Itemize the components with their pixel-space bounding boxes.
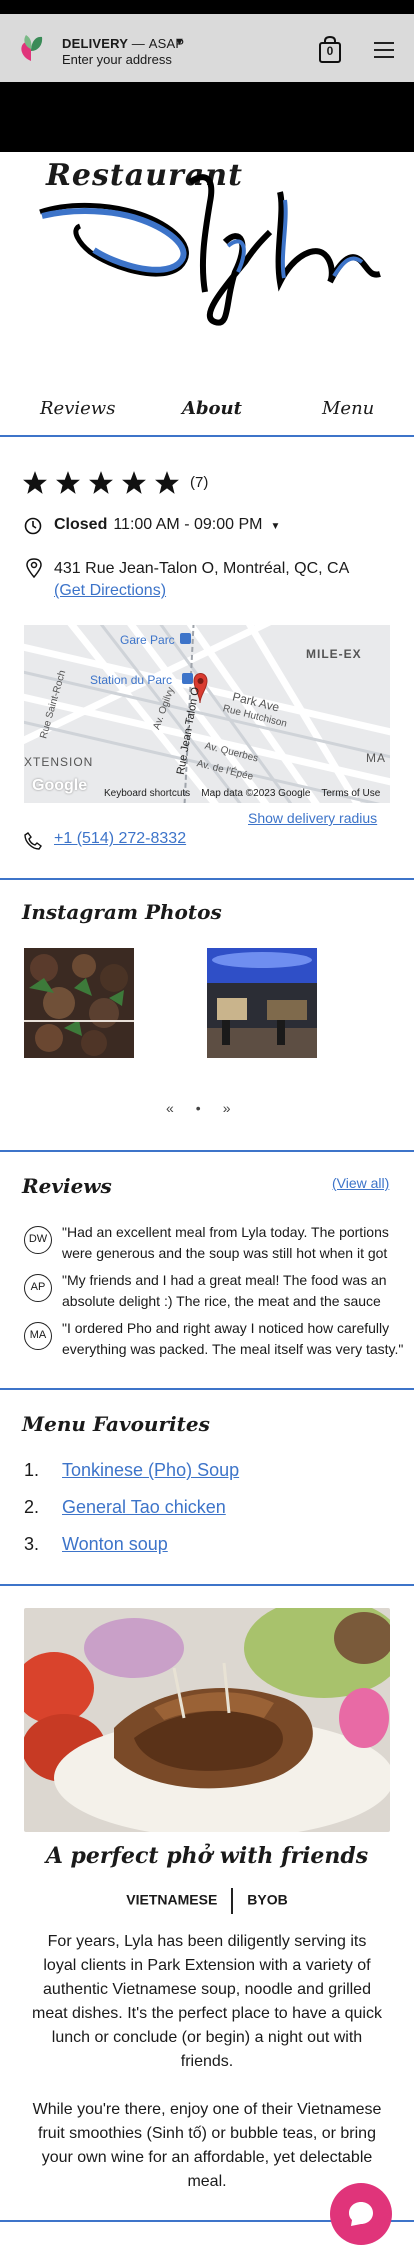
featured-dish-photo bbox=[24, 1608, 390, 1832]
reviewer-avatar: MA bbox=[24, 1322, 52, 1350]
delivery-radius-link[interactable]: Show delivery radius bbox=[248, 810, 377, 826]
favourite-link-wonton[interactable]: Wonton soup bbox=[62, 1534, 168, 1554]
map-data-credit: Map data ©2023 Google bbox=[201, 788, 311, 799]
delivery-selector[interactable]: DELIVERY — ASAP ▼ Enter your address bbox=[62, 36, 186, 68]
hours-range: 11:00 AM - 09:00 PM bbox=[113, 516, 263, 533]
banner-band bbox=[0, 82, 414, 152]
address-placeholder: Enter your address bbox=[62, 52, 172, 67]
star-icon bbox=[155, 471, 179, 494]
menu-favourites-title: Menu Favourites bbox=[22, 1412, 210, 1436]
reviewer-avatar: DW bbox=[24, 1226, 52, 1254]
phone-link[interactable]: +1 (514) 272-8332 bbox=[54, 830, 186, 848]
photo-pager: «•» bbox=[166, 1100, 253, 1116]
star-icon bbox=[89, 471, 113, 494]
rating-stars[interactable] bbox=[22, 470, 187, 496]
terms-link[interactable]: Terms of Use bbox=[321, 788, 380, 799]
logo-lyla-script bbox=[39, 174, 381, 326]
review-item[interactable]: AP "My friends and I had a great meal! T… bbox=[24, 1270, 390, 1310]
top-header: DELIVERY — ASAP ▼ Enter your address 0 bbox=[0, 14, 414, 82]
favourite-number: 1. bbox=[24, 1460, 40, 1480]
google-logo: Google bbox=[32, 777, 88, 794]
location-map[interactable]: Gare Parc Station du Parc MILE-EX Park A… bbox=[24, 625, 390, 803]
favourite-number: 3. bbox=[24, 1534, 40, 1554]
instagram-photo-interior[interactable] bbox=[207, 948, 317, 1058]
delivery-sep: — bbox=[131, 36, 145, 51]
chat-button[interactable] bbox=[330, 2183, 392, 2245]
section-nav: Reviews About Menu bbox=[0, 390, 414, 436]
review-count[interactable]: (7) bbox=[190, 474, 208, 491]
favourite-link-pho[interactable]: Tonkinese (Pho) Soup bbox=[62, 1460, 239, 1480]
nav-tab-about[interactable]: About bbox=[182, 398, 242, 419]
review-text: "I ordered Pho and right away I noticed … bbox=[62, 1320, 404, 1357]
section-divider bbox=[0, 1388, 414, 1390]
status-strip bbox=[0, 0, 414, 14]
reviews-title: Reviews bbox=[22, 1174, 112, 1198]
about-paragraph: For years, Lyla has been diligently serv… bbox=[32, 1933, 382, 2070]
open-status: Closed bbox=[54, 516, 108, 533]
reviewer-avatar: AP bbox=[24, 1274, 52, 1302]
star-icon bbox=[23, 471, 47, 494]
address-text: 431 Rue Jean-Talon O, Montréal, QC, CA bbox=[54, 560, 350, 577]
review-text: "My friends and I had a great meal! The … bbox=[62, 1272, 387, 1309]
star-icon bbox=[56, 471, 80, 494]
map-label: MA bbox=[366, 751, 386, 765]
favourite-item: 3. Wonton soup bbox=[24, 1534, 168, 1555]
next-page-icon[interactable]: » bbox=[223, 1100, 253, 1116]
cuisine-tags: VIETNAMESE BYOB bbox=[0, 1888, 414, 1914]
address-block: 431 Rue Jean-Talon O, Montréal, QC, CA (… bbox=[54, 558, 349, 602]
nav-tab-menu[interactable]: Menu bbox=[322, 398, 374, 419]
map-label: Gare Parc bbox=[120, 633, 175, 647]
get-directions-link[interactable]: (Get Directions) bbox=[54, 582, 166, 599]
about-heading: A perfect phở with friends bbox=[45, 1843, 369, 1869]
keyboard-shortcuts-link[interactable]: Keyboard shortcuts bbox=[104, 788, 190, 799]
about-paragraph: While you're there, enjoy one of their V… bbox=[32, 2101, 382, 2190]
review-item[interactable]: DW "Had an excellent meal from Lyla toda… bbox=[24, 1222, 390, 1262]
section-divider bbox=[0, 1150, 414, 1152]
favourite-link-general-tao[interactable]: General Tao chicken bbox=[62, 1497, 226, 1517]
page-dot[interactable]: • bbox=[196, 1100, 223, 1116]
caret-down-icon: ▼ bbox=[174, 36, 186, 48]
hamburger-menu-icon[interactable] bbox=[374, 42, 394, 58]
hours-selector[interactable]: Closed 11:00 AM - 09:00 PM ▼ bbox=[54, 516, 280, 534]
instagram-photo-food[interactable] bbox=[24, 948, 134, 1058]
brand-leaf-icon[interactable] bbox=[18, 33, 44, 63]
caret-down-icon: ▼ bbox=[270, 521, 281, 532]
phone-icon bbox=[24, 832, 42, 850]
prev-page-icon[interactable]: « bbox=[166, 1100, 196, 1116]
cart-count: 0 bbox=[326, 44, 334, 58]
review-text: "Had an excellent meal from Lyla today. … bbox=[62, 1224, 389, 1261]
location-pin-icon bbox=[26, 558, 42, 578]
favourite-item: 2. General Tao chicken bbox=[24, 1497, 226, 1518]
map-label: MILE-EX bbox=[306, 647, 362, 661]
map-label: Station du Parc bbox=[90, 673, 173, 687]
view-all-reviews-link[interactable]: (View all) bbox=[332, 1175, 389, 1191]
favourite-number: 2. bbox=[24, 1497, 40, 1517]
section-divider bbox=[0, 878, 414, 880]
cuisine-tag: VIETNAMESE bbox=[126, 1891, 218, 1908]
map-footer: Keyboard shortcuts Map data ©2023 Google… bbox=[104, 788, 380, 799]
cuisine-tag: BYOB bbox=[247, 1891, 288, 1908]
favourite-item: 1. Tonkinese (Pho) Soup bbox=[24, 1460, 239, 1481]
chat-bubble-icon bbox=[349, 2202, 373, 2226]
map-label: XTENSION bbox=[24, 755, 94, 769]
instagram-title: Instagram Photos bbox=[22, 900, 222, 924]
clock-icon bbox=[24, 517, 42, 535]
nav-divider bbox=[0, 435, 414, 437]
section-divider bbox=[0, 1584, 414, 1586]
restaurant-logo: Restaurant bbox=[30, 152, 390, 332]
star-icon bbox=[122, 471, 146, 494]
review-item[interactable]: MA "I ordered Pho and right away I notic… bbox=[24, 1318, 403, 1358]
nav-tab-reviews[interactable]: Reviews bbox=[40, 398, 115, 419]
delivery-label: DELIVERY bbox=[62, 36, 128, 51]
